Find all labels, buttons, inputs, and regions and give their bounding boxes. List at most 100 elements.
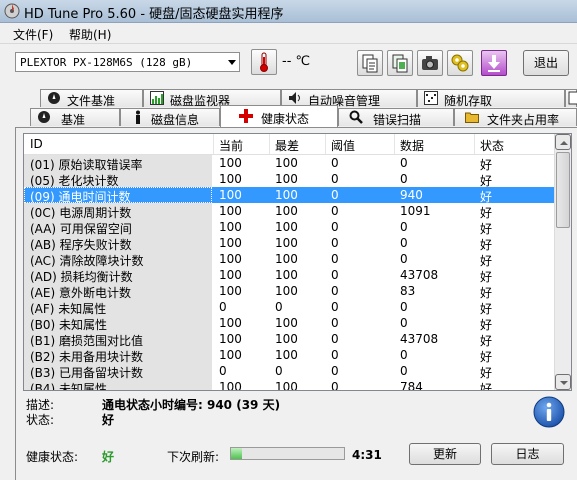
column-divider[interactable] [269, 134, 270, 154]
scroll-thumb[interactable] [556, 152, 570, 228]
attribute-id-cell: (AB) 程序失败计数 [24, 235, 212, 252]
cell-data: 784 [400, 380, 423, 391]
status-label: 状态: [26, 413, 55, 427]
chevron-down-icon [228, 60, 236, 65]
table-header: ID 当前 最差 阈值 数据 状态 [24, 134, 554, 155]
cell-threshold: 0 [331, 316, 339, 330]
cell-current: 100 [219, 316, 242, 330]
folder-icon [465, 112, 479, 123]
chevron-up-icon [560, 141, 568, 145]
cell-worst: 100 [275, 316, 298, 330]
table-row[interactable]: (AA) 可用保留空间 100 100 0 0 好 [24, 219, 554, 236]
column-divider[interactable] [394, 134, 395, 154]
tab-label: 基准 [61, 113, 86, 127]
cell-threshold: 0 [331, 332, 339, 346]
status-value: 好 [102, 413, 115, 427]
copy-icon [362, 54, 378, 73]
tab-disk-info[interactable]: 磁盘信息 [120, 108, 220, 127]
table-row[interactable]: (B4) 未知属性 100 100 0 784 好 [24, 379, 554, 391]
arrow-down-icon [488, 55, 500, 72]
update-button[interactable]: 更新 [409, 443, 481, 465]
copy-all-button[interactable] [387, 50, 413, 76]
cell-data: 0 [400, 300, 408, 314]
column-divider[interactable] [213, 134, 214, 154]
disk-monitor-icon [150, 91, 164, 105]
table-row[interactable]: (AE) 意外断电计数 100 100 0 83 好 [24, 283, 554, 300]
column-divider[interactable] [474, 134, 475, 154]
cell-data: 43708 [400, 268, 439, 282]
column-divider[interactable] [325, 134, 326, 154]
tab-label: 文件基准 [67, 94, 116, 108]
cell-threshold: 0 [331, 188, 339, 202]
col-threshold[interactable]: 阈值 [331, 137, 355, 154]
table-row[interactable]: (AB) 程序失败计数 100 100 0 0 好 [24, 235, 554, 252]
smart-table[interactable]: ID 当前 最差 阈值 数据 状态 (01) 原始读取错误率 100 100 0 0 好(… [23, 133, 572, 391]
tab-benchmark[interactable]: 基准 [30, 108, 120, 127]
screenshot-button[interactable] [417, 50, 443, 76]
tab-more[interactable] [565, 89, 577, 107]
file-benchmark-icon [48, 92, 60, 104]
tab-label: 磁盘信息 [151, 113, 200, 127]
cell-worst: 100 [275, 284, 298, 298]
attribute-id-cell: (01) 原始读取错误率 [24, 155, 212, 172]
log-button[interactable]: 日志 [491, 443, 564, 465]
table-row[interactable]: (01) 原始读取错误率 100 100 0 0 好 [24, 155, 554, 172]
options-button[interactable] [447, 50, 473, 76]
copy-text-button[interactable] [357, 50, 383, 76]
cell-worst: 100 [275, 188, 298, 202]
tab-error-scan[interactable]: 错误扫描 [338, 108, 454, 127]
exit-button[interactable]: 退出 [523, 50, 569, 76]
health-status-value: 好 [102, 450, 115, 464]
table-row[interactable]: (B0) 未知属性 100 100 0 0 好 [24, 315, 554, 332]
cell-threshold: 0 [331, 172, 339, 186]
benchmark-icon [38, 111, 50, 123]
save-button[interactable] [481, 50, 507, 76]
table-row[interactable]: (AD) 损耗均衡计数 100 100 0 43708 好 [24, 267, 554, 284]
col-worst[interactable]: 最差 [275, 137, 299, 154]
cell-threshold: 0 [331, 364, 339, 378]
attribute-id-cell: (B4) 未知属性 [24, 379, 212, 390]
table-row[interactable]: (B2) 未用备用块计数 100 100 0 0 好 [24, 347, 554, 364]
tab-random-access[interactable]: 随机存取 [417, 89, 565, 108]
scroll-up-button[interactable] [555, 134, 571, 150]
tab-label: 文件夹占用率 [487, 113, 560, 127]
menu-file[interactable]: 文件(F) [13, 26, 53, 43]
tab-folder-usage[interactable]: 文件夹占用率 [454, 108, 577, 127]
table-row[interactable]: (AC) 清除故障块计数 100 100 0 0 好 [24, 251, 554, 268]
cell-worst: 100 [275, 252, 298, 266]
info-icon [136, 110, 140, 124]
table-row[interactable]: (B1) 磨损范围对比值 100 100 0 43708 好 [24, 331, 554, 348]
col-status[interactable]: 状态 [480, 137, 504, 154]
table-row[interactable]: (09) 通电时间计数 100 100 0 940 好 [24, 187, 554, 204]
cell-current: 100 [219, 268, 242, 282]
col-data[interactable]: 数据 [400, 137, 424, 154]
attribute-id-cell: (B0) 未知属性 [24, 315, 212, 332]
table-scrollbar[interactable] [554, 134, 571, 390]
attribute-id-cell: (AE) 意外断电计数 [24, 283, 212, 300]
cell-threshold: 0 [331, 156, 339, 170]
cell-worst: 100 [275, 204, 298, 218]
tab-file-benchmark[interactable]: 文件基准 [40, 89, 143, 108]
description-value: 通电状态小时编号: 940 (39 天) [102, 398, 281, 412]
col-id[interactable]: ID [30, 137, 43, 151]
cell-worst: 0 [275, 364, 283, 378]
cell-current: 0 [219, 300, 227, 314]
drive-select[interactable]: PLEXTOR PX-128M6S (128 gB) [15, 52, 240, 72]
cell-worst: 100 [275, 380, 298, 391]
tab-label: 错误扫描 [373, 113, 422, 127]
table-row[interactable]: (0C) 电源周期计数 100 100 0 1091 好 [24, 203, 554, 220]
menu-help[interactable]: 帮助(H) [69, 26, 111, 43]
speaker-icon [289, 92, 300, 104]
cell-worst: 100 [275, 332, 298, 346]
scroll-down-button[interactable] [555, 374, 571, 390]
temperature-button[interactable] [251, 49, 277, 75]
table-row[interactable]: (AF) 未知属性 0 0 0 0 好 [24, 299, 554, 316]
table-row[interactable]: (05) 老化块计数 100 100 0 0 好 [24, 171, 554, 188]
chevron-down-icon [560, 381, 568, 385]
table-row[interactable]: (B3) 已用备留块计数 0 0 0 0 好 [24, 363, 554, 380]
cell-data: 0 [400, 252, 408, 266]
col-current[interactable]: 当前 [219, 137, 243, 154]
tab-health[interactable]: 健康状态 [220, 105, 338, 127]
cell-data: 0 [400, 316, 408, 330]
app-icon [4, 3, 20, 19]
